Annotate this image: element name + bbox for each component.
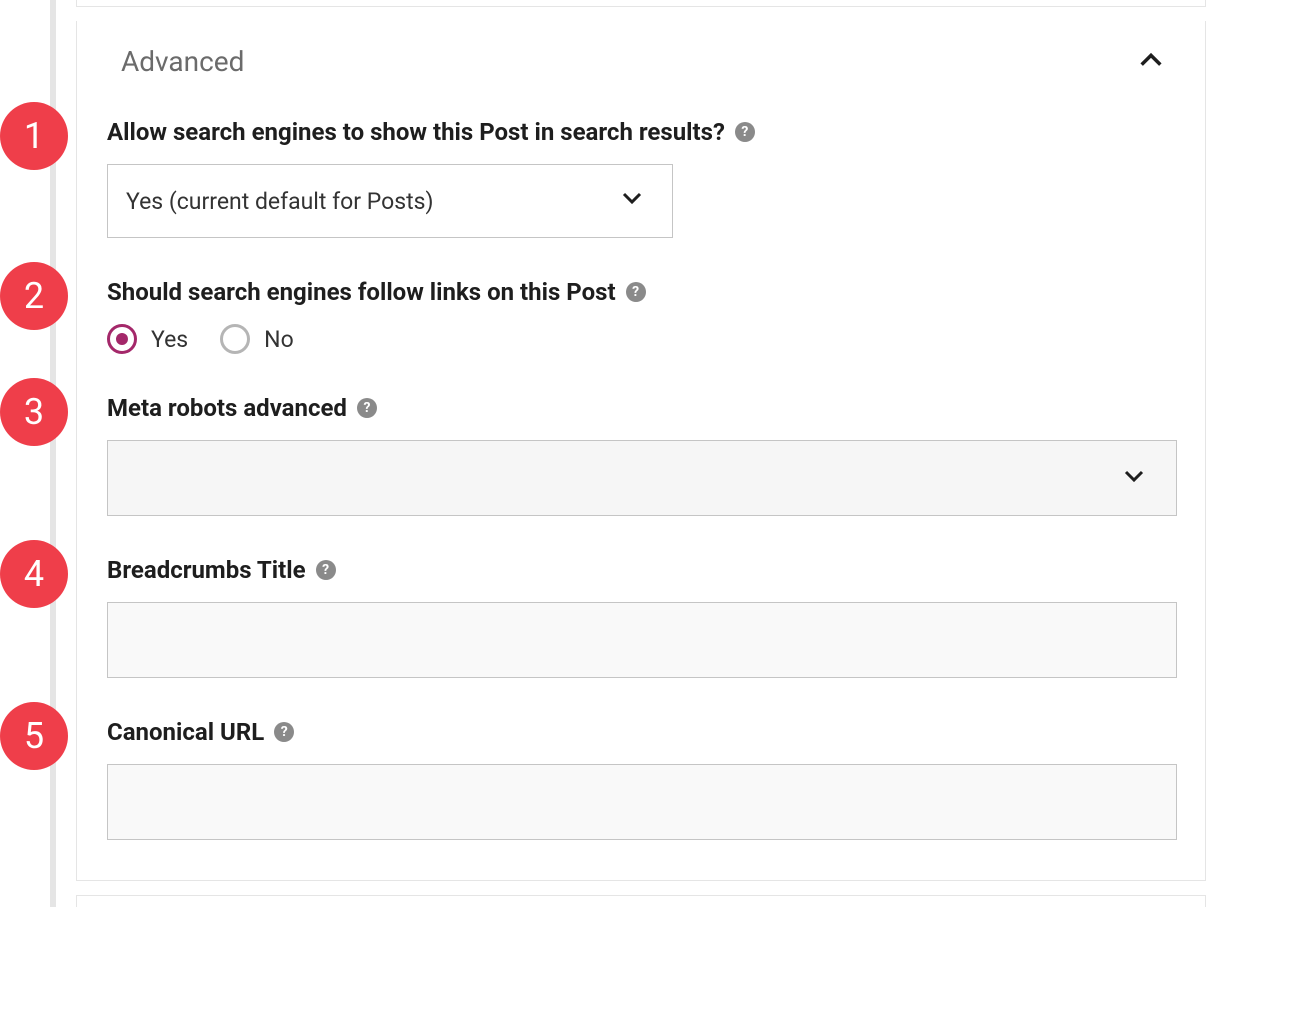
meta-robots-label: Meta robots advanced: [107, 394, 347, 422]
annotation-marker-5: 5: [0, 702, 68, 770]
help-icon[interactable]: ?: [735, 122, 755, 142]
chevron-down-icon: [620, 186, 644, 216]
panel-header[interactable]: Advanced: [77, 21, 1205, 86]
allow-search-value: Yes (current default for Posts): [126, 188, 434, 215]
annotation-marker-2: 2: [0, 262, 68, 330]
help-icon[interactable]: ?: [316, 560, 336, 580]
breadcrumbs-label: Breadcrumbs Title: [107, 556, 306, 584]
meta-robots-select[interactable]: [107, 440, 1177, 516]
canonical-url-section: 5 Canonical URL ?: [77, 718, 1205, 880]
previous-panel-edge: [76, 0, 1206, 7]
follow-links-section: 2 Should search engines follow links on …: [77, 278, 1205, 394]
follow-links-radio-yes[interactable]: Yes: [107, 324, 188, 354]
allow-search-section: 1 Allow search engines to show this Post…: [77, 86, 1205, 278]
follow-links-radio-no[interactable]: No: [220, 324, 294, 354]
breadcrumbs-input[interactable]: [107, 602, 1177, 678]
next-panel-edge: [76, 895, 1206, 907]
radio-no-label: No: [264, 326, 294, 353]
canonical-url-input[interactable]: [107, 764, 1177, 840]
chevron-down-icon: [1122, 464, 1146, 492]
annotation-marker-3: 3: [0, 378, 68, 446]
follow-links-radio-group: Yes No: [107, 324, 1175, 354]
radio-icon-selected: [107, 324, 137, 354]
panel-title: Advanced: [121, 45, 244, 78]
help-icon[interactable]: ?: [626, 282, 646, 302]
help-icon[interactable]: ?: [357, 398, 377, 418]
radio-icon-unselected: [220, 324, 250, 354]
annotation-marker-4: 4: [0, 540, 68, 608]
breadcrumbs-section: 4 Breadcrumbs Title ?: [77, 556, 1205, 718]
radio-yes-label: Yes: [151, 326, 188, 353]
chevron-up-icon[interactable]: [1137, 46, 1165, 78]
follow-links-label: Should search engines follow links on th…: [107, 278, 616, 306]
annotation-marker-1: 1: [0, 102, 68, 170]
canonical-url-label: Canonical URL: [107, 718, 264, 746]
advanced-panel: Advanced 1 Allow search engines to show …: [76, 21, 1206, 881]
allow-search-select[interactable]: Yes (current default for Posts): [107, 164, 673, 238]
meta-robots-section: 3 Meta robots advanced ?: [77, 394, 1205, 556]
help-icon[interactable]: ?: [274, 722, 294, 742]
allow-search-label: Allow search engines to show this Post i…: [107, 118, 725, 146]
